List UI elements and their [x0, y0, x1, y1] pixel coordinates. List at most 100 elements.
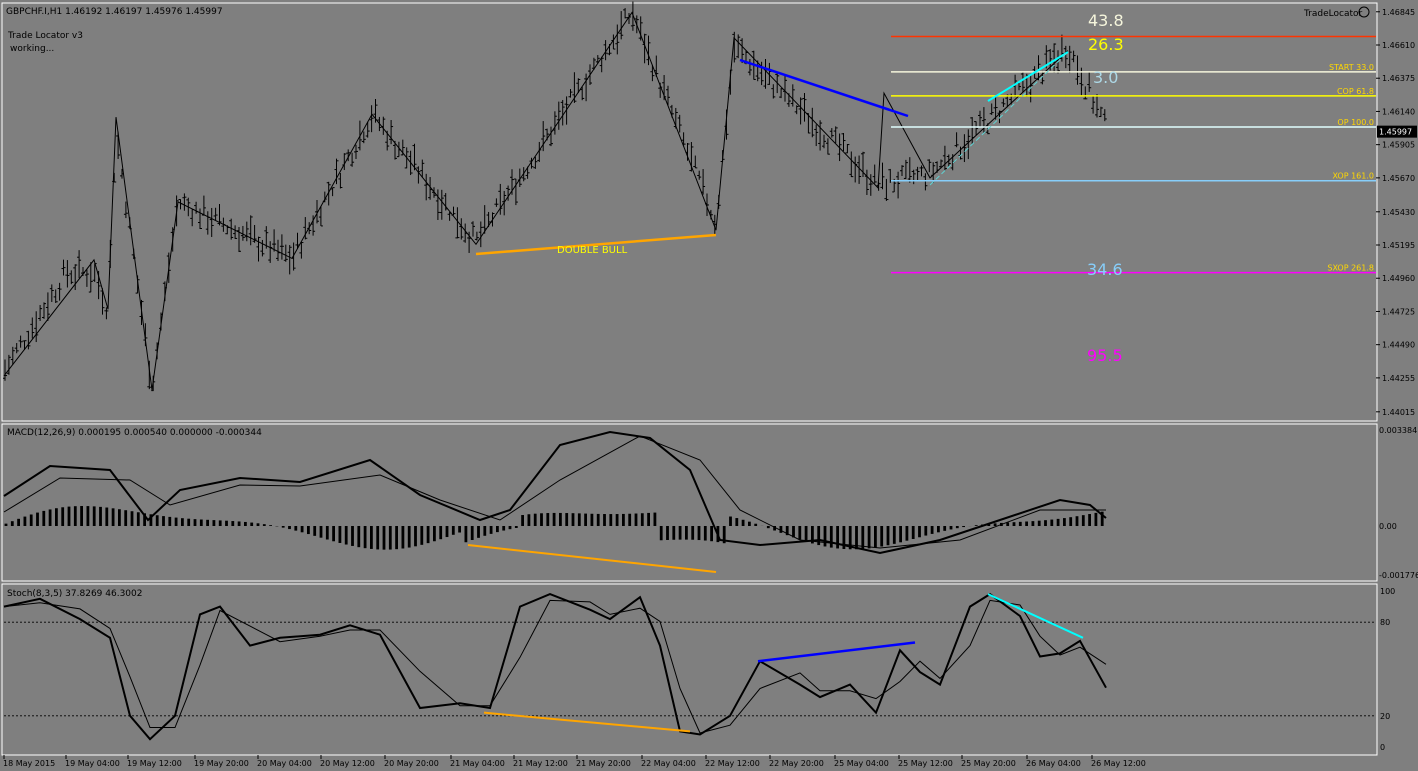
macd-histogram-bar	[565, 513, 569, 526]
macd-histogram-bar	[344, 526, 348, 545]
macd-histogram-bar	[804, 526, 808, 542]
time-tick-label: 22 May 04:00	[641, 759, 696, 768]
macd-histogram-bar	[905, 526, 909, 541]
macd-histogram-bar	[332, 526, 335, 542]
price-tick-label: 1.44490	[1382, 341, 1415, 350]
macd-histogram-bar	[937, 526, 940, 533]
macd-histogram-bar	[1081, 515, 1085, 526]
macd-histogram-bar	[1031, 521, 1035, 526]
macd-histogram-bar	[918, 526, 921, 538]
macd-histogram-bar	[577, 513, 581, 526]
macd-histogram-bar	[892, 526, 896, 544]
time-tick-label: 25 May 04:00	[834, 759, 889, 768]
fib-level-label: START 33.0	[1329, 63, 1374, 72]
macd-histogram-bar	[943, 526, 947, 531]
macd-histogram-bar	[1025, 521, 1028, 526]
price-tick-label: 1.45670	[1382, 174, 1415, 183]
macd-histogram-bar	[17, 518, 20, 526]
level-value: 26.3	[1088, 35, 1124, 54]
time-tick-label: 26 May 04:00	[1026, 759, 1081, 768]
macd-histogram-bar	[193, 519, 197, 526]
macd-histogram-bar	[388, 526, 392, 550]
macd-histogram-bar	[464, 526, 468, 543]
stoch-tick-label: 20	[1380, 712, 1390, 721]
price-tick-label: 1.44255	[1382, 374, 1415, 383]
macd-histogram-bar	[199, 519, 203, 526]
macd-histogram-bar	[433, 526, 436, 542]
macd-histogram-bar	[552, 512, 556, 526]
macd-histogram-bar	[672, 526, 676, 540]
macd-histogram-bar	[571, 513, 575, 526]
macd-histogram-bar	[92, 506, 96, 526]
trading-chart[interactable]: START 33.0 COP 61.8 OP 100.0 XOP 161.0 SXOP …	[0, 0, 1418, 771]
macd-histogram-bar	[1056, 518, 1060, 526]
macd-histogram-bar	[514, 526, 518, 528]
fib-level-label: COP 61.8	[1337, 87, 1374, 96]
time-tick-label: 21 May 04:00	[450, 759, 505, 768]
price-tick-label: 1.46610	[1382, 41, 1415, 50]
macd-histogram-bar	[962, 526, 965, 528]
macd-histogram-bar	[118, 509, 121, 526]
macd-histogram-bar	[1094, 512, 1098, 526]
macd-histogram-bar	[187, 518, 191, 526]
macd-histogram-bar	[174, 517, 178, 526]
macd-histogram-bar	[609, 514, 613, 526]
macd-histogram-bar	[729, 516, 732, 526]
price-tick-label: 1.44960	[1382, 274, 1415, 283]
macd-histogram-bar	[615, 514, 619, 526]
macd-histogram-bar	[294, 526, 298, 531]
macd-histogram-bar	[363, 526, 367, 549]
macd-histogram-bar	[231, 521, 235, 526]
macd-histogram-bar	[1037, 520, 1041, 526]
macd-histogram-bar	[748, 521, 751, 526]
indicator-name: Trade Locator v3	[7, 31, 83, 41]
macd-histogram-bar	[426, 526, 430, 544]
macd-histogram-bar	[382, 526, 386, 550]
macd-histogram-bar	[836, 526, 839, 549]
macd-histogram-bar	[949, 526, 953, 530]
macd-histogram-bar	[653, 512, 657, 526]
macd-histogram-bar	[741, 519, 745, 526]
stoch-tick-label: 0	[1380, 743, 1385, 752]
macd-histogram-bar	[540, 513, 543, 526]
chart-background	[0, 0, 1418, 771]
macd-histogram-bar	[237, 521, 241, 526]
macd-histogram-bar	[930, 526, 934, 534]
time-tick-label: 22 May 12:00	[705, 759, 760, 768]
macd-histogram-bar	[407, 526, 411, 548]
macd-histogram-bar	[502, 526, 506, 531]
macd-histogram-bar	[357, 526, 361, 548]
macd-histogram-bar	[351, 526, 354, 546]
price-tick-label: 1.45905	[1382, 141, 1415, 150]
time-tick-label: 19 May 20:00	[194, 759, 249, 768]
macd-tick-label: 0.00	[1379, 522, 1397, 531]
macd-histogram-bar	[640, 513, 644, 526]
macd-histogram-bar	[300, 526, 304, 533]
price-tick-label: 1.45195	[1382, 241, 1415, 250]
macd-histogram-bar	[370, 526, 373, 549]
macd-histogram-bar	[244, 521, 247, 526]
macd-histogram-bar	[439, 526, 443, 540]
macd-histogram-bar	[496, 526, 499, 533]
time-tick-label: 21 May 20:00	[576, 759, 631, 768]
macd-histogram-bar	[111, 508, 115, 526]
macd-histogram-bar	[659, 526, 663, 541]
macd-histogram-bar	[1012, 522, 1016, 526]
macd-histogram-bar	[319, 526, 323, 538]
macd-histogram-bar	[874, 526, 877, 548]
macd-histogram-bar	[691, 526, 695, 540]
price-tick-label: 1.44015	[1382, 408, 1415, 417]
macd-histogram-bar	[218, 520, 222, 526]
macd-histogram-bar	[590, 513, 594, 526]
macd-histogram-bar	[1075, 516, 1079, 526]
macd-histogram-bar	[899, 526, 902, 543]
price-tick-label: 1.45430	[1382, 208, 1415, 217]
macd-histogram-bar	[61, 507, 65, 526]
macd-title: MACD(12,26,9) 0.000195 0.000540 0.000000…	[7, 428, 262, 438]
macd-histogram-bar	[603, 514, 606, 526]
macd-histogram-bar	[395, 526, 398, 550]
macd-histogram-bar	[42, 510, 46, 526]
macd-histogram-bar	[798, 526, 802, 540]
macd-histogram-bar	[124, 510, 128, 526]
macd-histogram-bar	[924, 526, 928, 536]
